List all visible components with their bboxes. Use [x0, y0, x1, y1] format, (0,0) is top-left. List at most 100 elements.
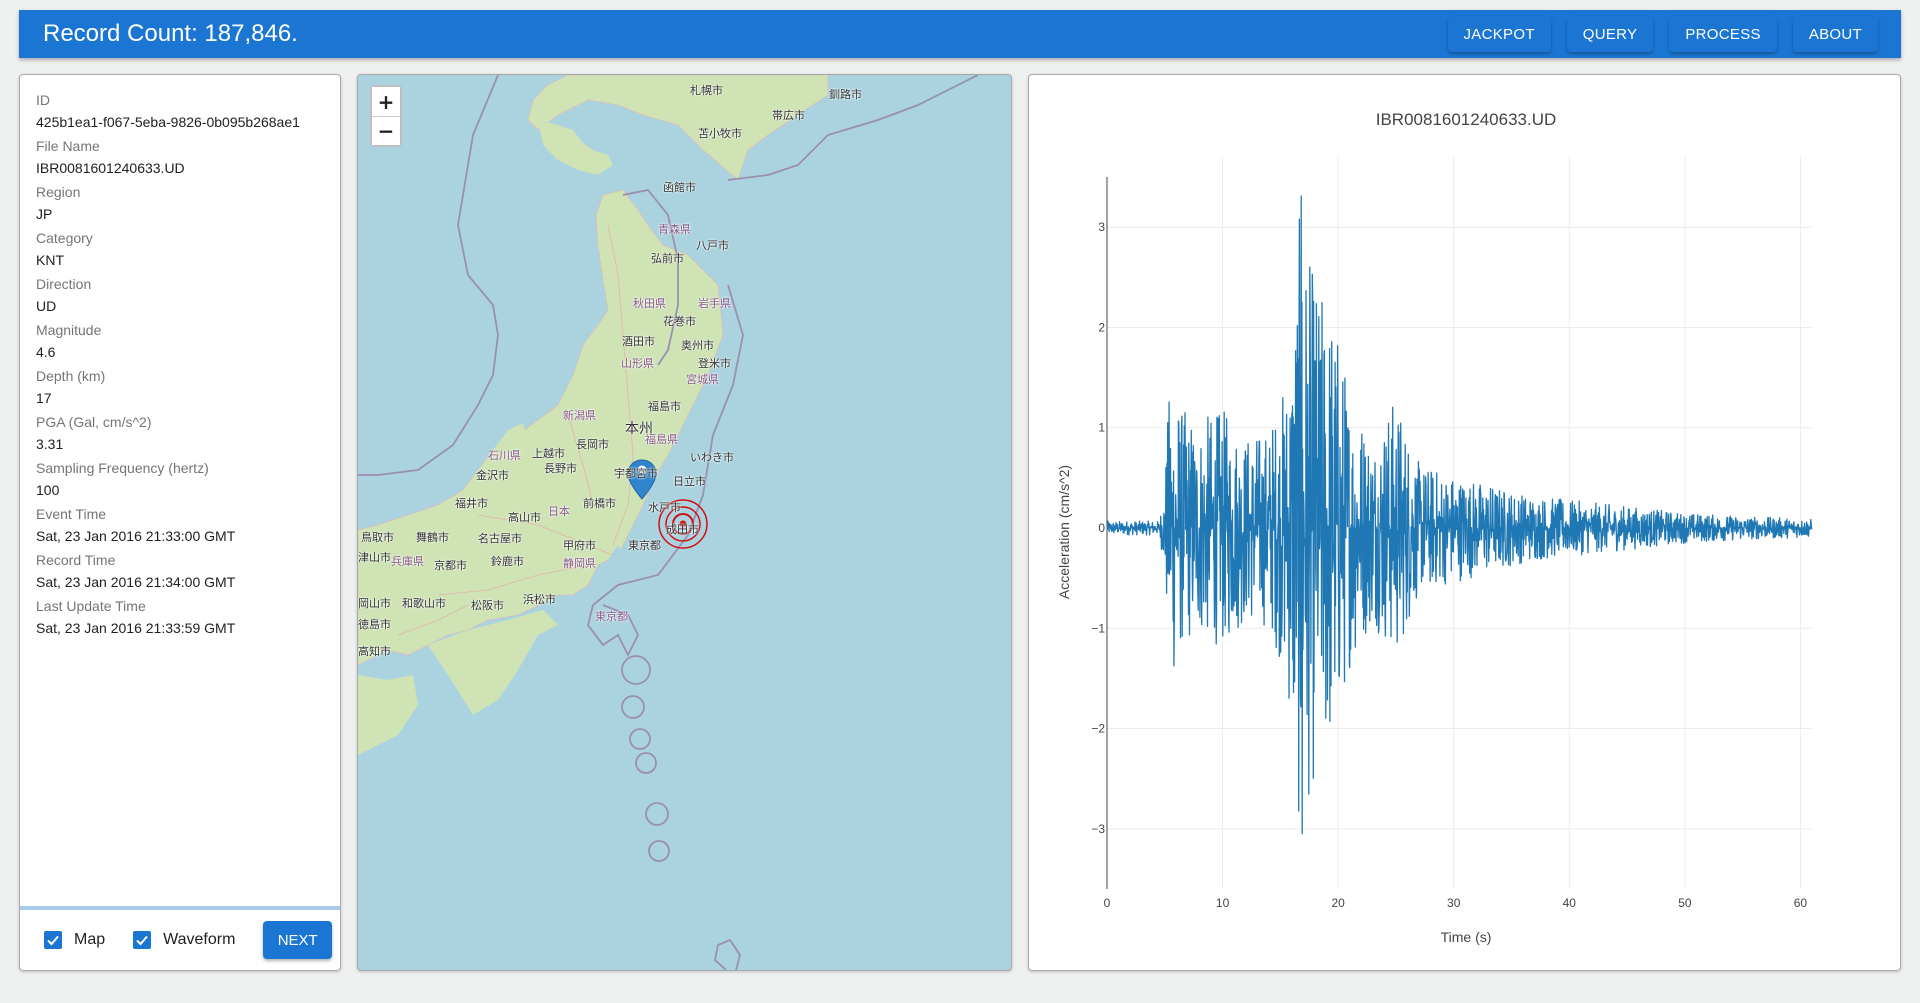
- y-tick-label: −1: [1091, 621, 1105, 635]
- map-label: 甲府市: [563, 539, 596, 552]
- map-label: 静岡県: [563, 557, 596, 570]
- map-label: 金沢市: [476, 469, 509, 482]
- zoom-in-button[interactable]: +: [372, 87, 400, 116]
- field-record-time: Record Time Sat, 23 Jan 2016 21:34:00 GM…: [36, 551, 324, 591]
- map-label: 上越市: [532, 447, 565, 460]
- field-region: Region JP: [36, 183, 324, 223]
- x-tick-label: 50: [1678, 896, 1692, 910]
- map-label: 岩手県: [698, 297, 731, 310]
- map-label: 兵庫県: [391, 555, 424, 568]
- waveform-trace: [1106, 195, 1813, 835]
- field-value: 4.6: [36, 344, 56, 360]
- map-label: 岡山市: [358, 597, 391, 610]
- map-label: 鈴鹿市: [491, 555, 524, 568]
- app-bar: Record Count: 187,846. JACKPOT QUERY PRO…: [19, 10, 1901, 58]
- island-boundaries: [621, 655, 741, 970]
- waveform-chart[interactable]: −3 −2 −1 0 1 2 3 0 10 20 30 40 50 60 IBR008160124063…: [1029, 75, 1901, 971]
- field-value: 17: [36, 390, 52, 406]
- map-label: 成田市: [666, 523, 699, 536]
- map-label: 京都市: [434, 559, 467, 572]
- map-label: 高知市: [358, 645, 391, 658]
- map-label: 青森県: [658, 223, 691, 236]
- y-tick-label: −3: [1091, 822, 1105, 836]
- field-value: 425b1ea1-f067-5eba-9826-0b095b268ae1: [36, 114, 300, 130]
- map-label: 八戸市: [696, 239, 729, 252]
- field-value: Sat, 23 Jan 2016 21:33:59 GMT: [36, 620, 236, 636]
- field-last-update-time: Last Update Time Sat, 23 Jan 2016 21:33:…: [36, 597, 324, 637]
- record-info-panel: ID 425b1ea1-f067-5eba-9826-0b095b268ae1 …: [19, 74, 341, 971]
- x-tick-label: 30: [1447, 896, 1461, 910]
- map-label: 福島県: [645, 433, 678, 446]
- field-value: UD: [36, 298, 57, 314]
- field-label: File Name: [36, 138, 100, 154]
- map-label: 帯広市: [772, 109, 805, 122]
- checkbox-checked-icon[interactable]: [133, 931, 152, 949]
- record-fields: ID 425b1ea1-f067-5eba-9826-0b095b268ae1 …: [20, 75, 340, 637]
- y-tick-label: 1: [1098, 421, 1105, 435]
- map-label: 舞鶴市: [416, 531, 449, 544]
- field-magnitude: Magnitude 4.6: [36, 321, 324, 361]
- map-label: 宇都宮市: [614, 467, 658, 480]
- map-label: 弘前市: [651, 252, 684, 265]
- field-label: Event Time: [36, 506, 107, 522]
- field-value: Sat, 23 Jan 2016 21:33:00 GMT: [36, 528, 236, 544]
- field-label: Magnitude: [36, 322, 102, 338]
- map-checkbox[interactable]: Map: [44, 931, 105, 949]
- field-value: IBR0081601240633.UD: [36, 160, 185, 176]
- x-tick-label: 40: [1563, 896, 1577, 910]
- chart-title: IBR0081601240633.UD: [1376, 110, 1557, 129]
- field-value: JP: [36, 206, 53, 222]
- y-tick-label: −2: [1091, 722, 1105, 736]
- map-panel[interactable]: 札幌市 釧路市 帯広市 苫小牧市 函館市 青森県 八戸市 弘前市 秋田県 岩手県…: [357, 74, 1012, 971]
- field-label: Category: [36, 230, 93, 246]
- map-label: 水戸市: [648, 501, 681, 514]
- map-label: 長岡市: [576, 438, 609, 451]
- map-label: 新潟県: [563, 409, 596, 422]
- field-category: Category KNT: [36, 229, 324, 269]
- x-axis-label: Time (s): [1441, 929, 1492, 945]
- about-button[interactable]: ABOUT: [1792, 16, 1878, 52]
- process-button[interactable]: PROCESS: [1669, 16, 1777, 52]
- field-value: Sat, 23 Jan 2016 21:34:00 GMT: [36, 574, 236, 590]
- waveform-checkbox[interactable]: Waveform: [133, 931, 235, 949]
- waveform-chart-panel: −3 −2 −1 0 1 2 3 0 10 20 30 40 50 60 IBR008160124063…: [1028, 74, 1901, 971]
- land-shikoku: [358, 675, 418, 755]
- y-axis-label: Acceleration (cm/s^2): [1056, 465, 1072, 599]
- info-footer: Map Waveform NEXT: [20, 906, 340, 970]
- field-pga: PGA (Gal, cm/s^2) 3.31: [36, 413, 324, 453]
- map-label: 高山市: [508, 511, 541, 524]
- map-label: 札幌市: [690, 84, 723, 97]
- map-label: 東京都: [595, 610, 628, 623]
- field-label: Sampling Frequency (hertz): [36, 460, 209, 476]
- field-label: Depth (km): [36, 368, 106, 384]
- y-axis-ticks: −3 −2 −1 0 1 2 3: [1091, 220, 1105, 836]
- field-label: Record Time: [36, 552, 116, 568]
- x-tick-label: 0: [1104, 896, 1111, 910]
- map-label: 石川県: [488, 449, 521, 462]
- field-value: KNT: [36, 252, 64, 268]
- nav-buttons: JACKPOT QUERY PROCESS ABOUT: [1447, 16, 1878, 52]
- map-label: 鳥取市: [361, 531, 394, 544]
- map-label: 和歌山市: [402, 597, 446, 610]
- map-label: 浜松市: [523, 593, 556, 606]
- map-label: 東京都: [628, 539, 661, 552]
- query-button[interactable]: QUERY: [1566, 16, 1654, 52]
- map-label: 前橋市: [583, 497, 616, 510]
- field-depth: Depth (km) 17: [36, 367, 324, 407]
- jackpot-button[interactable]: JACKPOT: [1447, 16, 1551, 52]
- x-axis-ticks: 0 10 20 30 40 50 60: [1104, 896, 1808, 910]
- checkbox-checked-icon[interactable]: [44, 931, 62, 949]
- map-label: 宮城県: [686, 373, 719, 386]
- field-direction: Direction UD: [36, 275, 324, 315]
- field-label: PGA (Gal, cm/s^2): [36, 414, 152, 430]
- map-label: いわき市: [690, 451, 734, 464]
- next-button[interactable]: NEXT: [263, 921, 332, 959]
- x-tick-label: 60: [1794, 896, 1808, 910]
- waveform-checkbox-label: Waveform: [163, 931, 236, 948]
- map-label: 福島市: [648, 400, 681, 413]
- zoom-out-button[interactable]: −: [372, 116, 400, 145]
- field-label: Direction: [36, 276, 92, 292]
- y-tick-label: 0: [1098, 521, 1105, 535]
- field-value: 100: [36, 482, 60, 498]
- y-tick-label: 3: [1098, 220, 1105, 234]
